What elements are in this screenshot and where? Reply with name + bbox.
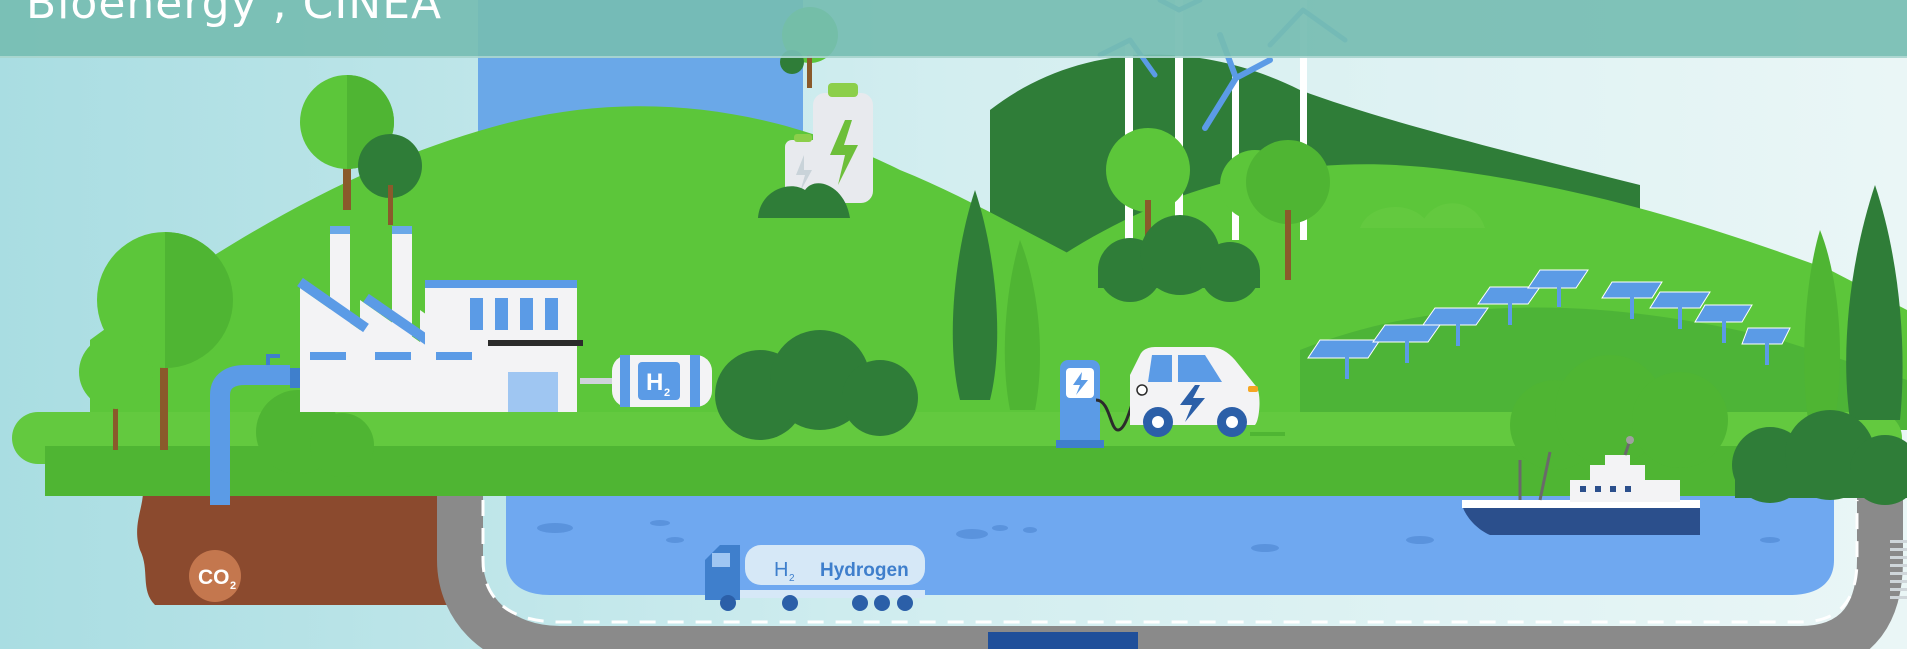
title-banner: Bioenergy , CINEA xyxy=(0,0,1907,58)
car-shadow xyxy=(1250,432,1285,436)
co2-bubble-icon: CO 2 xyxy=(189,550,241,602)
energy-landscape-svg: CO 2 H 2 H 2 Hydrogen xyxy=(0,0,1907,649)
co2-label: CO xyxy=(198,566,230,589)
illustration-scene: CO 2 H 2 H 2 Hydrogen Bioenergy , CINEA xyxy=(0,0,1907,649)
truck-hydrogen-label: Hydrogen xyxy=(820,560,909,581)
page-title: Bioenergy , CINEA xyxy=(26,0,443,29)
bottom-block xyxy=(988,632,1138,649)
truck-h-label: H xyxy=(774,559,788,581)
truck-h-subscript: 2 xyxy=(789,573,795,584)
h2-tank-subscript: 2 xyxy=(664,387,670,399)
co2-subscript: 2 xyxy=(230,580,236,592)
h2-tank-label: H xyxy=(646,369,663,396)
